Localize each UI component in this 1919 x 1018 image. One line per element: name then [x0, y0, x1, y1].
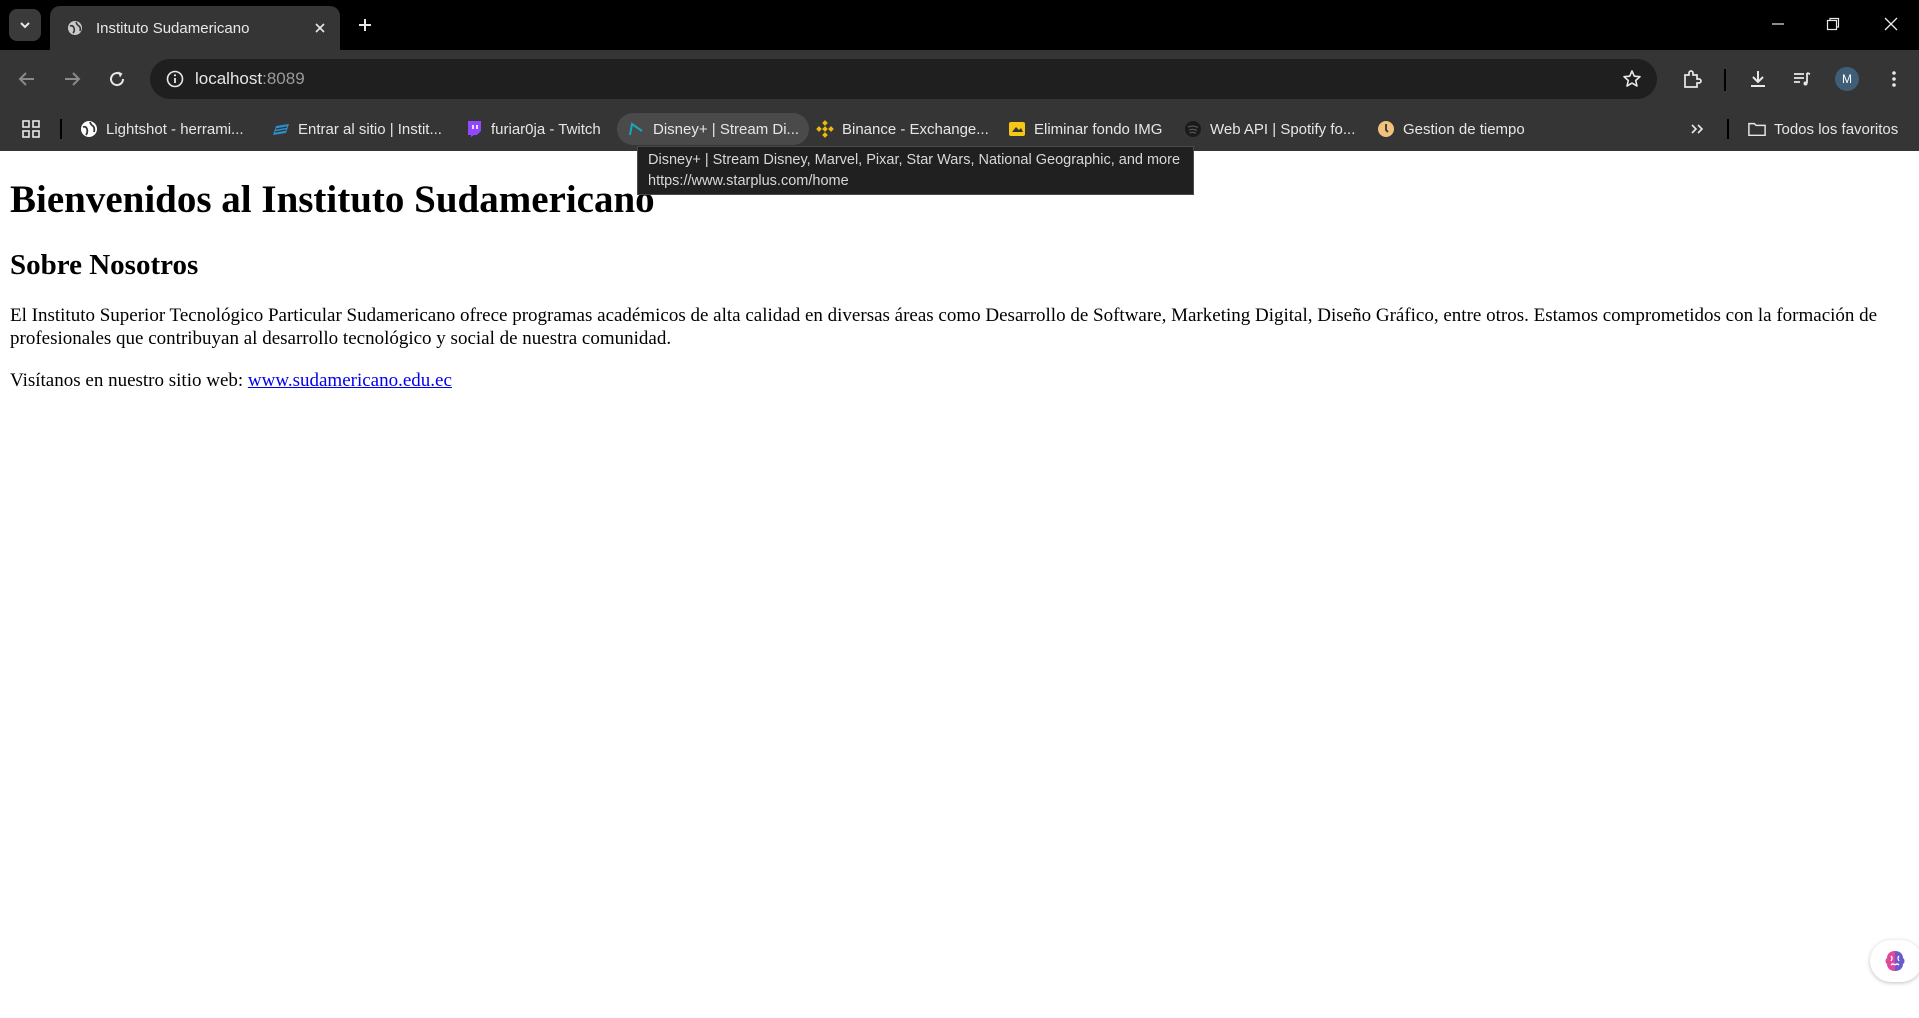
double-chevron-right-icon: [1691, 124, 1704, 134]
close-window-button[interactable]: [1868, 6, 1914, 42]
star-icon: [1623, 70, 1641, 87]
bookmark-label: Binance - Exchange...: [842, 120, 989, 138]
brain-icon: [1885, 951, 1905, 971]
toolbar-divider: [1724, 69, 1726, 91]
all-bookmarks-label: Todos los favoritos: [1774, 120, 1899, 138]
download-icon: [1751, 71, 1765, 87]
reload-icon: [110, 71, 125, 87]
restore-button[interactable]: [1810, 6, 1856, 42]
bookmarks-bar: Lightshot - herrami... Entrar al sitio |…: [0, 107, 1919, 151]
section-title: Sobre Nosotros: [10, 248, 199, 281]
bookmarks-divider: [60, 119, 62, 139]
url-text: localhost:8089: [195, 69, 305, 89]
forward-button[interactable]: [55, 62, 89, 96]
menu-button[interactable]: [1877, 62, 1911, 96]
puzzle-icon: [1684, 70, 1702, 88]
all-bookmarks-folder[interactable]: Todos los favoritos: [1748, 113, 1898, 145]
site-info-icon[interactable]: [162, 66, 188, 92]
back-button[interactable]: [10, 62, 44, 96]
moodle-icon: [272, 120, 290, 138]
minimize-button[interactable]: [1755, 6, 1801, 42]
downloads-button[interactable]: [1741, 62, 1775, 96]
website-link[interactable]: www.sudamericano.edu.ec: [248, 370, 452, 391]
bookmark-gestion-tiempo[interactable]: Gestion de tiempo: [1377, 113, 1525, 145]
clock-icon: [1377, 120, 1395, 138]
new-tab-button[interactable]: [350, 10, 380, 40]
url-port: :8089: [262, 69, 305, 88]
bookmark-spotify[interactable]: Web API | Spotify fo...: [1184, 113, 1355, 145]
address-bar[interactable]: localhost:8089: [150, 59, 1657, 99]
disney-icon: [627, 120, 645, 138]
apps-grid-icon: [22, 120, 40, 138]
close-icon: [1884, 17, 1898, 31]
bookmark-label: Lightshot - herrami...: [106, 120, 244, 138]
bookmark-star-button[interactable]: [1619, 66, 1645, 92]
globe-icon: [80, 120, 98, 138]
bookmark-lightshot[interactable]: Lightshot - herrami...: [80, 113, 244, 145]
browser-toolbar: localhost:8089 M: [0, 50, 1919, 107]
bookmark-label: Gestion de tiempo: [1403, 120, 1525, 138]
tooltip-title: Disney+ | Stream Disney, Marvel, Pixar, …: [648, 152, 1181, 168]
chevron-down-icon: [20, 22, 30, 29]
binance-icon: [816, 120, 834, 138]
bookmark-label: furiar0ja - Twitch: [491, 120, 601, 138]
bookmark-label: Eliminar fondo IMG: [1034, 120, 1163, 138]
bookmark-label: Entrar al sitio | Instit...: [298, 120, 442, 138]
twitch-icon: [465, 120, 483, 138]
about-paragraph: El Instituto Superior Tecnológico Partic…: [10, 305, 1878, 350]
globe-icon: [66, 19, 84, 37]
bookmark-instituto[interactable]: Entrar al sitio | Instit...: [272, 113, 442, 145]
extensions-button[interactable]: [1675, 62, 1709, 96]
tab-search-button[interactable]: [9, 9, 41, 41]
visit-paragraph: Visítanos en nuestro sitio web: www.suda…: [10, 369, 1890, 392]
media-controls-button[interactable]: [1785, 62, 1819, 96]
bookmark-label: Disney+ | Stream Di...: [653, 120, 800, 138]
apps-button[interactable]: [20, 118, 42, 140]
assistant-extension-button[interactable]: [1870, 940, 1919, 982]
image-icon: [1008, 120, 1026, 138]
reload-button[interactable]: [100, 62, 134, 96]
plus-icon: [359, 19, 371, 31]
restore-icon: [1826, 17, 1840, 31]
bookmark-disney[interactable]: Disney+ | Stream Di...: [617, 113, 810, 145]
folder-icon: [1748, 120, 1766, 138]
tooltip-url: https://www.starplus.com/home: [648, 173, 849, 189]
bookmark-twitch[interactable]: furiar0ja - Twitch: [465, 113, 601, 145]
arrow-right-icon: [65, 72, 81, 86]
tab-strip: Instituto Sudamericano: [0, 0, 1919, 50]
bookmark-binance[interactable]: Binance - Exchange...: [816, 113, 989, 145]
bookmark-label: Web API | Spotify fo...: [1210, 120, 1356, 138]
bookmark-tooltip: Disney+ | Stream Disney, Marvel, Pixar, …: [637, 146, 1194, 195]
close-tab-button[interactable]: [306, 14, 334, 42]
url-host: localhost: [195, 69, 263, 88]
tab-title: Instituto Sudamericano: [96, 19, 250, 37]
playlist-icon: [1794, 72, 1811, 86]
arrow-left-icon: [18, 72, 34, 86]
bookmark-eliminar-fondo[interactable]: Eliminar fondo IMG: [1008, 113, 1162, 145]
more-bookmarks-button[interactable]: [1686, 118, 1708, 140]
bookmarks-divider: [1727, 119, 1729, 139]
visit-text: Visítanos en nuestro sitio web:: [10, 370, 248, 392]
profile-avatar[interactable]: M: [1835, 67, 1859, 91]
spotify-icon: [1184, 120, 1202, 138]
active-tab[interactable]: Instituto Sudamericano: [50, 6, 340, 50]
minimize-icon: [1772, 23, 1784, 25]
close-icon: [315, 23, 325, 33]
kebab-menu-icon: [1892, 71, 1896, 87]
